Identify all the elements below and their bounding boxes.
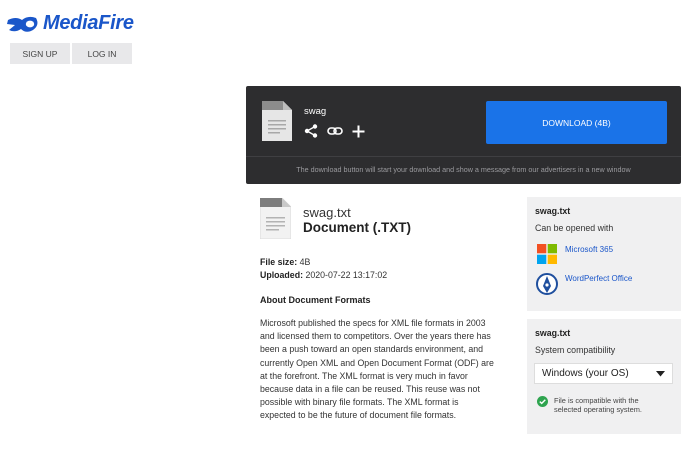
file-type-icon xyxy=(260,198,291,239)
file-icon xyxy=(262,101,292,141)
mediafire-logo[interactable]: MediaFire xyxy=(6,12,134,35)
sign-up-button[interactable]: SIGN UP xyxy=(10,43,70,64)
file-size-value: 4B xyxy=(299,257,311,267)
file-size-row: File size: 4B xyxy=(260,256,387,269)
mediafire-flame-icon xyxy=(7,16,38,32)
download-note: The download button will start your down… xyxy=(296,165,631,174)
microsoft-365-icon[interactable] xyxy=(537,244,557,264)
file-size-label: File size: xyxy=(260,257,298,267)
uploaded-row: Uploaded: 2020-07-22 13:17:02 xyxy=(260,269,387,282)
file-actions xyxy=(304,124,365,138)
microsoft-365-link[interactable]: Microsoft 365 xyxy=(565,245,613,254)
compat-status: File is compatible with the selected ope… xyxy=(537,396,664,414)
add-icon[interactable] xyxy=(352,125,365,138)
check-circle-icon xyxy=(537,396,548,407)
wordperfect-link[interactable]: WordPerfect Office xyxy=(565,274,632,283)
file-meta: File size: 4B Uploaded: 2020-07-22 13:17… xyxy=(260,256,387,282)
uploaded-label: Uploaded: xyxy=(260,270,304,280)
download-filename: swag xyxy=(304,106,327,117)
about-body: Microsoft published the specs for XML fi… xyxy=(260,318,494,421)
share-icon[interactable] xyxy=(304,124,318,138)
wordperfect-icon[interactable] xyxy=(536,272,558,296)
download-button[interactable]: DOWNLOAD (4B) xyxy=(486,101,667,144)
brand-name: MediaFire xyxy=(43,12,134,34)
log-in-button[interactable]: LOG IN xyxy=(72,43,132,64)
uploaded-value: 2020-07-22 13:17:02 xyxy=(305,270,388,280)
os-select-value: Windows (your OS) xyxy=(542,368,629,379)
file-name: swag.txt xyxy=(303,205,351,220)
compat-filename: swag.txt xyxy=(535,328,571,338)
link-icon[interactable] xyxy=(327,125,343,137)
compat-status-text: File is compatible with the selected ope… xyxy=(554,396,642,414)
os-select[interactable]: Windows (your OS) xyxy=(534,363,673,384)
caret-down-icon xyxy=(656,370,665,376)
download-divider xyxy=(246,156,681,157)
compat-subtitle: System compatibility xyxy=(535,345,616,355)
open-with-filename: swag.txt xyxy=(535,206,571,216)
auth-buttons: SIGN UP LOG IN xyxy=(10,43,132,64)
file-type: Document (.TXT) xyxy=(303,220,411,235)
open-with-subtitle: Can be opened with xyxy=(535,223,614,233)
about-title: About Document Formats xyxy=(260,295,371,305)
